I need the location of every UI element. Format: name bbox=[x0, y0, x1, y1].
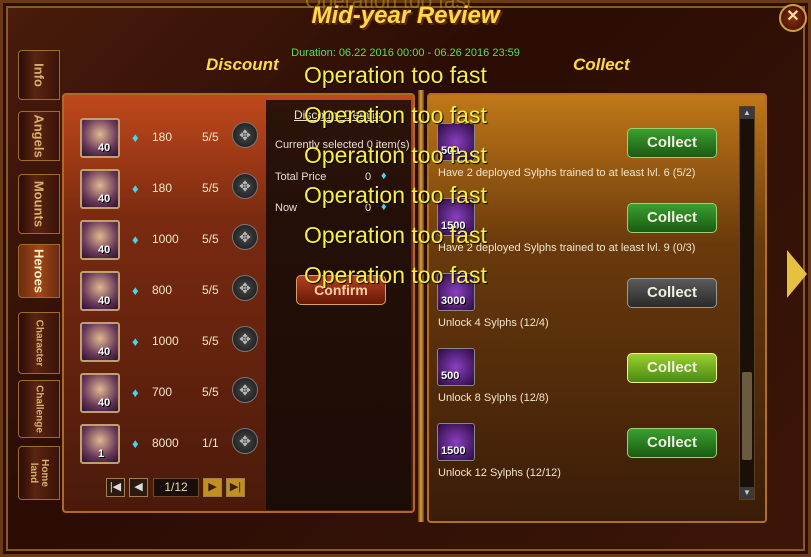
collect-button[interactable]: Collect bbox=[627, 128, 717, 158]
item-stock: 5/5 bbox=[202, 334, 219, 348]
item-price: 180 bbox=[152, 130, 173, 144]
page-indicator: 1/12 bbox=[153, 478, 199, 497]
first-page-button[interactable]: |◀ bbox=[106, 478, 125, 497]
diamond-icon: ♦ bbox=[132, 181, 139, 196]
collect-button[interactable]: Collect bbox=[627, 203, 717, 233]
collect-task: 500 Unlock 8 Sylphs (12/8) Collect bbox=[437, 348, 727, 420]
diamond-icon: ♦ bbox=[132, 436, 139, 451]
toast-message: Operation too fast bbox=[304, 102, 487, 128]
item-stock: 5/5 bbox=[202, 385, 219, 399]
item-price: 800 bbox=[152, 283, 173, 297]
reward-quantity: 500 bbox=[441, 370, 460, 382]
event-duration: Duration: 06.22 2016 00:00 - 06.26 2016 … bbox=[291, 47, 520, 59]
tab-mounts[interactable]: Mounts bbox=[18, 174, 60, 234]
collect-heading: Collect bbox=[573, 55, 630, 74]
item-stock: 1/1 bbox=[202, 436, 219, 450]
hero-level: 1 bbox=[98, 448, 105, 460]
next-page-button[interactable]: ▶ bbox=[203, 478, 222, 497]
item-stock: 5/5 bbox=[202, 130, 219, 144]
selector-icon[interactable]: ✥ bbox=[232, 122, 258, 148]
tab-angels[interactable]: Angels bbox=[18, 111, 60, 161]
selector-icon[interactable]: ✥ bbox=[232, 173, 258, 199]
toast-message: Operation too fast bbox=[304, 262, 487, 288]
now-price-label: Now bbox=[275, 202, 298, 214]
diamond-icon: ♦ bbox=[132, 232, 139, 247]
hero-level: 40 bbox=[98, 244, 111, 256]
item-price: 700 bbox=[152, 385, 173, 399]
hero-level: 40 bbox=[98, 295, 111, 307]
item-stock: 5/5 bbox=[202, 181, 219, 195]
item-price: 1000 bbox=[152, 232, 179, 246]
selector-icon[interactable]: ✥ bbox=[232, 326, 258, 352]
diamond-icon: ♦ bbox=[132, 334, 139, 349]
reward-quantity: 3000 bbox=[441, 295, 466, 307]
item-price: 180 bbox=[152, 181, 173, 195]
window-title: Mid-year Review bbox=[311, 2, 500, 29]
tab-info[interactable]: Info bbox=[18, 50, 60, 100]
task-description: Unlock 12 Sylphs (12/12) bbox=[438, 467, 561, 479]
reward-quantity: 1500 bbox=[441, 445, 466, 457]
tab-homeland[interactable]: Home land bbox=[18, 446, 60, 500]
toast-message: Operation too fast bbox=[304, 62, 487, 88]
toast-message: Operation too fast bbox=[304, 182, 487, 208]
hero-level: 40 bbox=[98, 397, 111, 409]
scroll-down-icon[interactable]: ▼ bbox=[740, 487, 754, 499]
selector-icon[interactable]: ✥ bbox=[232, 428, 258, 454]
hero-level: 40 bbox=[98, 346, 111, 358]
hero-level: 40 bbox=[98, 142, 111, 154]
item-price: 8000 bbox=[152, 436, 179, 450]
right-arrow-icon[interactable] bbox=[787, 250, 807, 298]
hero-level: 40 bbox=[98, 193, 111, 205]
close-button[interactable]: ✕ bbox=[779, 4, 807, 32]
last-page-button[interactable]: ▶| bbox=[226, 478, 245, 497]
collect-button[interactable]: Collect bbox=[627, 278, 717, 308]
prev-page-button[interactable]: ◀ bbox=[129, 478, 148, 497]
diamond-icon: ♦ bbox=[132, 130, 139, 145]
task-description: Unlock 4 Sylphs (12/4) bbox=[438, 317, 549, 329]
collect-button[interactable]: Collect bbox=[627, 353, 717, 383]
discount-heading: Discount bbox=[206, 55, 279, 74]
selector-icon[interactable]: ✥ bbox=[232, 224, 258, 250]
tab-heroes[interactable]: Heroes bbox=[18, 244, 60, 298]
scroll-up-icon[interactable]: ▲ bbox=[740, 107, 754, 119]
item-price: 1000 bbox=[152, 334, 179, 348]
collect-button[interactable]: Collect bbox=[627, 428, 717, 458]
diamond-icon: ♦ bbox=[132, 283, 139, 298]
tab-character[interactable]: Character bbox=[18, 312, 60, 374]
diamond-icon: ♦ bbox=[381, 170, 387, 182]
toast-message: Operation too fast bbox=[304, 142, 487, 168]
diamond-icon: ♦ bbox=[132, 385, 139, 400]
scroll-thumb[interactable] bbox=[742, 372, 752, 460]
selector-icon[interactable]: ✥ bbox=[232, 275, 258, 301]
selector-icon[interactable]: ✥ bbox=[232, 377, 258, 403]
tab-challenge[interactable]: Challenge bbox=[18, 380, 60, 438]
item-stock: 5/5 bbox=[202, 232, 219, 246]
toast-message: Operation too fast bbox=[304, 222, 487, 248]
collect-task: 1500 Unlock 12 Sylphs (12/12) Collect bbox=[437, 423, 727, 495]
collect-scrollbar[interactable]: ▲ ▼ bbox=[739, 106, 755, 500]
item-stock: 5/5 bbox=[202, 283, 219, 297]
task-description: Unlock 8 Sylphs (12/8) bbox=[438, 392, 549, 404]
